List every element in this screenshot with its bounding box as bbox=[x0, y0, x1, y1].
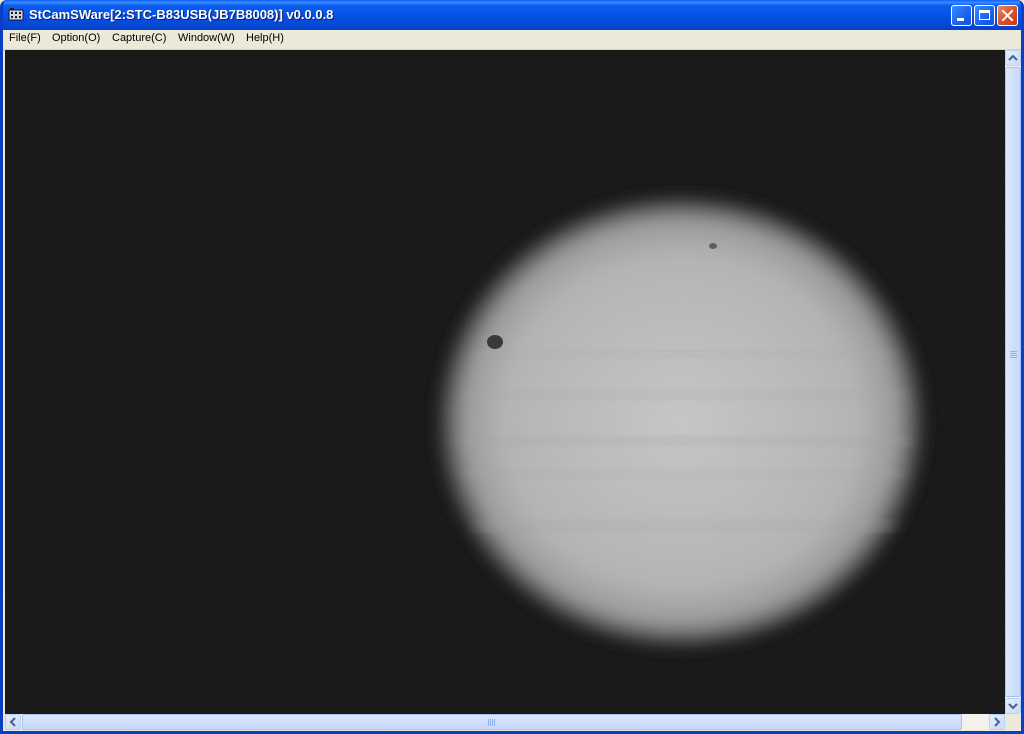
grip-icon bbox=[488, 719, 495, 726]
scroll-up-button[interactable] bbox=[1005, 50, 1021, 66]
planet bbox=[435, 194, 927, 650]
app-window: StCamSWare[2:STC-B83USB(JB7B8008)] v0.0.… bbox=[0, 0, 1024, 734]
horizontal-scrollbar[interactable] bbox=[5, 714, 1005, 730]
scroll-down-button[interactable] bbox=[1005, 698, 1021, 714]
menu-option[interactable]: Option(O) bbox=[52, 32, 100, 44]
arrow-down-icon bbox=[1008, 703, 1018, 710]
horizontal-scroll-thumb[interactable] bbox=[22, 714, 962, 730]
planet-image bbox=[5, 50, 1005, 714]
moon-shadow-spot bbox=[487, 335, 503, 349]
title-bar[interactable]: StCamSWare[2:STC-B83USB(JB7B8008)] v0.0.… bbox=[3, 0, 1021, 30]
menu-bar: File(F) Option(O) Capture(C) Window(W) H… bbox=[3, 30, 1021, 50]
menu-help[interactable]: Help(H) bbox=[246, 32, 284, 44]
scroll-right-button[interactable] bbox=[989, 714, 1005, 730]
menu-window[interactable]: Window(W) bbox=[178, 32, 235, 44]
client-area bbox=[3, 50, 1021, 731]
arrow-left-icon bbox=[9, 717, 16, 727]
menu-capture[interactable]: Capture(C) bbox=[112, 32, 166, 44]
vertical-scroll-thumb[interactable] bbox=[1005, 67, 1021, 697]
arrow-right-icon bbox=[994, 717, 1001, 727]
vertical-scrollbar[interactable] bbox=[1005, 50, 1021, 714]
window-title: StCamSWare[2:STC-B83USB(JB7B8008)] v0.0.… bbox=[29, 7, 334, 22]
menu-file[interactable]: File(F) bbox=[9, 32, 41, 44]
close-icon bbox=[1001, 9, 1014, 22]
arrow-up-icon bbox=[1008, 54, 1018, 61]
minimize-icon bbox=[957, 18, 964, 21]
scrollbar-corner bbox=[1005, 714, 1021, 730]
maximize-button[interactable] bbox=[974, 5, 995, 26]
camera-viewport[interactable] bbox=[5, 50, 1005, 714]
maximize-icon bbox=[979, 10, 990, 20]
grip-icon bbox=[1010, 351, 1017, 358]
scroll-left-button[interactable] bbox=[5, 714, 21, 730]
camera-app-icon[interactable] bbox=[8, 7, 24, 23]
close-button[interactable] bbox=[997, 5, 1018, 26]
minimize-button[interactable] bbox=[951, 5, 972, 26]
small-spot bbox=[709, 243, 717, 249]
